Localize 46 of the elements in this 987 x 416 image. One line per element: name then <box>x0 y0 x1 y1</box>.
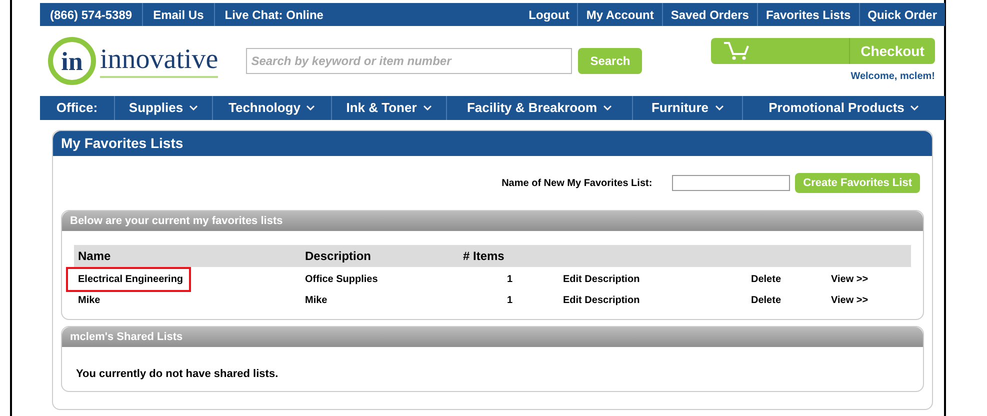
nav-menu[interactable]: Facility & Breakroom <box>447 96 633 120</box>
chevron-icon <box>714 105 724 111</box>
list-name-field[interactable] <box>672 175 790 191</box>
top-bar-link[interactable]: Favorites Lists <box>756 3 859 26</box>
nav-menu[interactable]: Technology <box>213 96 332 120</box>
list-name[interactable]: Mike <box>74 290 104 310</box>
column-header: Description <box>304 248 372 265</box>
nav-menu[interactable]: Supplies <box>115 96 213 120</box>
cart-icon[interactable] <box>723 41 751 61</box>
panel-title: My Favorites Lists <box>53 131 932 156</box>
top-bar-link[interactable]: Live Chat: Online <box>214 3 334 26</box>
innovative-logo[interactable]: in innovative <box>48 37 218 85</box>
empty-message: You currently do not have shared lists. <box>76 368 278 380</box>
action-link[interactable]: Delete <box>747 292 782 308</box>
action-link[interactable]: Delete <box>747 272 782 287</box>
top-bar-link[interactable]: (866) 574-5389 <box>40 3 142 26</box>
chevron-icon <box>422 105 432 111</box>
list-name[interactable]: Electrical Engineering <box>66 267 192 292</box>
welcome-text: Welcome, mclem! <box>850 70 935 84</box>
new-list-label: Name of New My Favorites List: <box>502 176 652 190</box>
chevron-icon <box>306 105 316 111</box>
table-cell-text: Office Supplies <box>304 273 379 287</box>
action-link[interactable]: Edit Description <box>559 292 640 308</box>
section-title: mclem's Shared Lists <box>62 327 923 347</box>
table-cell-text: Mike <box>304 294 328 308</box>
action-link[interactable]: View >> <box>827 292 868 308</box>
action-link[interactable]: View >> <box>827 272 868 287</box>
top-bar-link[interactable]: Saved Orders <box>662 3 757 26</box>
nav-menu[interactable]: Furniture <box>633 96 743 120</box>
action-link[interactable]: Edit Description <box>559 272 640 287</box>
table-cell-text: 1 <box>506 294 514 308</box>
top-bar-link[interactable]: Email Us <box>142 3 214 26</box>
column-header: Name <box>77 248 112 265</box>
nav-menu[interactable]: Promotional Products <box>743 96 945 120</box>
top-bar-link[interactable]: Quick Order <box>858 3 945 26</box>
nav-label: Office: <box>40 96 115 120</box>
nav-menu[interactable]: Ink & Toner <box>332 96 447 120</box>
top-bar-link[interactable]: My Account <box>577 3 662 26</box>
column-header: # Items <box>462 248 506 265</box>
table-cell-text: 1 <box>506 273 514 287</box>
chevron-icon <box>189 105 198 111</box>
top-bar-link[interactable]: Logout <box>520 3 578 26</box>
chevron-icon <box>910 105 920 111</box>
chevron-icon <box>603 105 612 111</box>
section-title: Below are your current my favorites lists <box>62 211 923 231</box>
search-field[interactable]: Search by keyword or item number <box>246 48 572 74</box>
